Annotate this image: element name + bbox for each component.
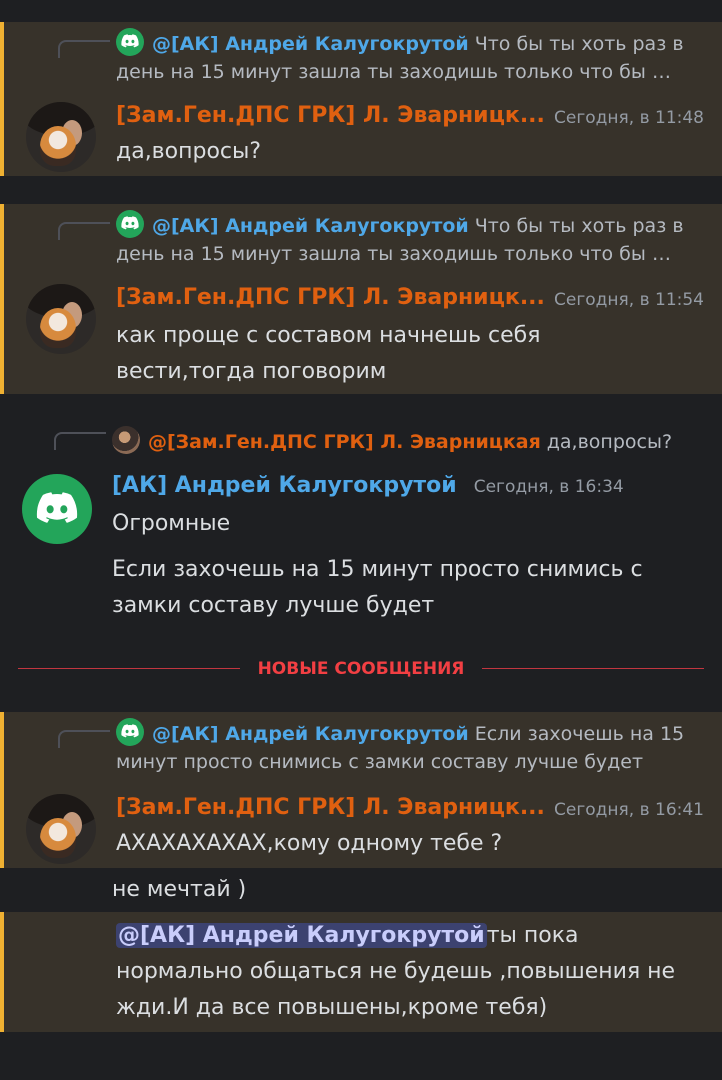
message-line: нормально общаться не будешь ,повышения … — [116, 959, 676, 984]
reply-author[interactable]: @[Зам.Ген.ДПС ГРК] Л. Эварницкая — [148, 431, 541, 453]
message-4[interactable]: @[АК] Андрей Калугокрутой Если захочешь н… — [0, 712, 722, 868]
reply-preview[interactable]: @[АК] Андрей Калугокрутой Если захочешь н… — [116, 718, 704, 776]
avatar[interactable] — [22, 474, 92, 544]
message-text: да,вопросы? — [116, 139, 262, 164]
reply-preview[interactable]: @[АК] Андрей Калугокрутой Что бы ты хоть … — [116, 210, 704, 268]
message-2[interactable]: @[АК] Андрей Калугокрутой Что бы ты хоть … — [0, 204, 722, 394]
message-header: [АК] Андрей Калугокрутой Сегодня, в 16:3… — [112, 470, 704, 503]
reply-author[interactable]: @[АК] Андрей Калугокрутой — [152, 215, 469, 237]
message-text: @[АК] Андрей Калугокрутойты пока нормаль… — [116, 918, 704, 1026]
reply-connector — [58, 222, 110, 240]
user-photo-avatar — [112, 426, 140, 454]
reply-text: Что бы ты хоть раз в — [474, 215, 684, 237]
message-line: как проще с составом начнешь себя — [116, 323, 541, 348]
reply-preview[interactable]: @[Зам.Ген.ДПС ГРК] Л. Эварницкая да,вопро… — [112, 426, 704, 456]
message-text: Огромные — [112, 511, 231, 536]
timestamp: Сегодня, в 16:34 — [473, 477, 624, 497]
message-text: как проще с составом начнешь себя вести,… — [116, 318, 704, 390]
reply-preview[interactable]: @[АК] Андрей Калугокрутой Что бы ты хоть … — [116, 28, 704, 86]
timestamp: Сегодня, в 16:41 — [554, 800, 704, 820]
reply-text: Если захочешь на 15 — [474, 723, 685, 745]
reply-author[interactable]: @[АК] Андрей Калугокрутой — [152, 33, 469, 55]
avatar[interactable] — [26, 102, 96, 172]
message-header: [Зам.Ген.ДПС ГРК] Л. Эварницк... Сегодня… — [116, 100, 704, 132]
discord-logo-icon — [116, 210, 144, 238]
reply-connector — [54, 432, 106, 450]
message-line: ты пока — [486, 923, 579, 948]
new-messages-label: НОВЫЕ СООБЩЕНИЯ — [257, 659, 465, 679]
new-messages-divider: НОВЫЕ СООБЩЕНИЯ — [18, 658, 704, 680]
message-line: замки составу лучше будет — [112, 593, 435, 618]
message-3[interactable]: @[Зам.Ген.ДПС ГРК] Л. Эварницкая да,вопро… — [0, 420, 722, 640]
reply-text-cont: день на 15 минут зашла ты заходишь тольк… — [116, 243, 671, 265]
reply-author[interactable]: @[АК] Андрей Калугокрутой — [152, 723, 469, 745]
message-1[interactable]: @[АК] Андрей Калугокрутой Что бы ты хоть … — [0, 22, 722, 176]
reply-text-cont: минут просто снимись с замки составу луч… — [116, 751, 644, 773]
author-name[interactable]: [АК] Андрей Калугокрутой — [112, 473, 457, 498]
message-text: Если захочешь на 15 минут просто снимись… — [112, 552, 704, 624]
message-header: [Зам.Ген.ДПС ГРК] Л. Эварницк... Сегодня… — [116, 282, 704, 314]
author-name[interactable]: [Зам.Ген.ДПС ГРК] Л. Эварницк... — [116, 103, 545, 128]
avatar[interactable] — [26, 794, 96, 864]
reply-connector — [58, 40, 110, 58]
reply-connector — [58, 730, 110, 748]
message-header: [Зам.Ген.ДПС ГРК] Л. Эварницк... Сегодня… — [116, 792, 704, 824]
message-text: не мечтай ) — [112, 877, 247, 902]
discord-logo-icon — [116, 28, 144, 56]
message-line: Если захочешь на 15 минут просто снимись… — [112, 557, 643, 582]
message-followup-1[interactable]: не мечтай ) — [0, 868, 722, 912]
timestamp: Сегодня, в 11:54 — [554, 290, 704, 310]
reply-text: Что бы ты хоть раз в — [474, 33, 684, 55]
reply-text-cont: день на 15 минут зашла ты заходишь тольк… — [116, 61, 671, 83]
message-text: АХАХАХАХАХ,кому одному тебе ? — [116, 831, 503, 856]
user-mention[interactable]: @[АК] Андрей Калугокрутой — [116, 923, 487, 948]
author-name[interactable]: [Зам.Ген.ДПС ГРК] Л. Эварницк... — [116, 795, 545, 820]
message-line: вести,тогда поговорим — [116, 359, 387, 384]
message-line: жди.И да все повышены,кроме тебя) — [116, 995, 548, 1020]
avatar[interactable] — [26, 284, 96, 354]
timestamp: Сегодня, в 11:48 — [554, 108, 704, 128]
message-followup-2[interactable]: @[АК] Андрей Калугокрутойты пока нормаль… — [0, 912, 722, 1032]
reply-text: да,вопросы? — [546, 431, 673, 453]
author-name[interactable]: [Зам.Ген.ДПС ГРК] Л. Эварницк... — [116, 285, 545, 310]
discord-logo-icon — [116, 718, 144, 746]
